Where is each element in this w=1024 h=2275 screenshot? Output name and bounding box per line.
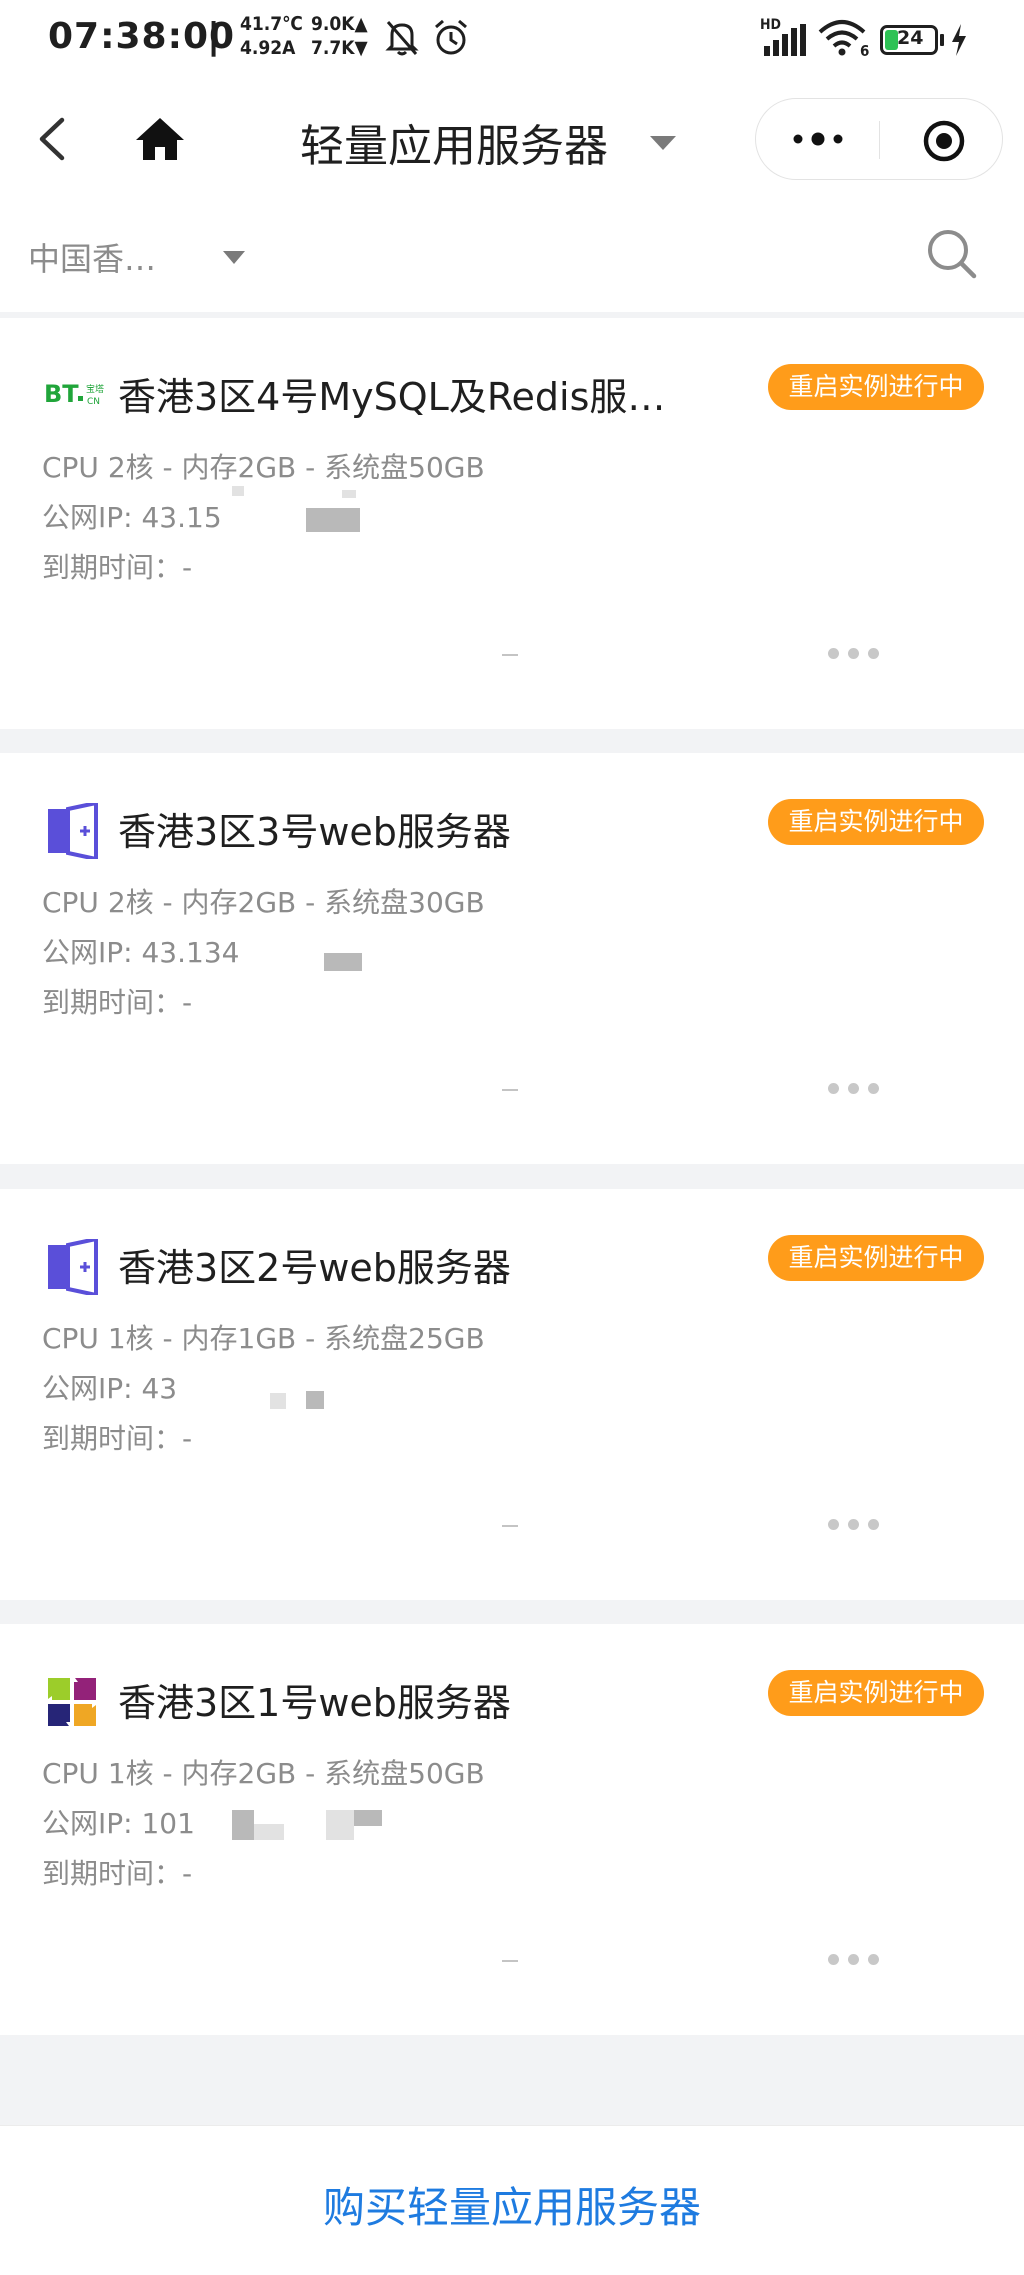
title-dropdown-icon[interactable] xyxy=(648,134,678,152)
server-name: 香港3区2号web服务器 xyxy=(118,1246,511,1290)
redacted-ip-block xyxy=(306,1391,324,1409)
back-arrow-icon[interactable] xyxy=(36,116,68,162)
more-menu-icon[interactable] xyxy=(792,131,844,147)
status-separator: | xyxy=(207,16,221,57)
public-ip-row: 公网IP: 43.15 xyxy=(42,496,442,536)
status-download-speed: 7.7K▼ xyxy=(311,37,368,59)
more-actions-icon[interactable] xyxy=(828,1952,880,1968)
charging-bolt-icon xyxy=(952,24,966,56)
region-selector[interactable]: 中国香… xyxy=(28,234,156,280)
redacted-ip-block xyxy=(270,1393,286,1409)
server-spec: CPU 1核 - 内存2GB - 系统盘50GB xyxy=(42,1757,485,1790)
divider-dash xyxy=(502,1525,518,1527)
alarm-clock-icon xyxy=(435,19,467,55)
public-ip-row: 公网IP: 43 xyxy=(42,1367,442,1407)
server-card[interactable]: 香港3区1号web服务器 重启实例进行中 CPU 1核 - 内存2GB - 系统… xyxy=(0,1624,1024,2035)
status-badge: 重启实例进行中 xyxy=(768,1670,984,1716)
expire-time: 到期时间：- xyxy=(42,551,193,584)
server-spec: CPU 2核 - 内存2GB - 系统盘50GB xyxy=(42,451,485,484)
battery-tip xyxy=(940,34,944,46)
capsule-divider xyxy=(879,121,880,159)
filter-bar: 中国香… xyxy=(0,204,1024,312)
divider-dash xyxy=(502,654,518,656)
ip-label: 公网IP: xyxy=(42,936,142,969)
redacted-ip-block xyxy=(324,953,362,971)
server-name: 香港3区3号web服务器 xyxy=(118,810,511,854)
expire-time: 到期时间：- xyxy=(42,1857,193,1890)
wifi-standard-label: 6 xyxy=(860,42,870,60)
windows-door-icon xyxy=(48,803,98,859)
svg-text:BT: BT xyxy=(44,380,79,408)
centos-logo-icon xyxy=(44,1674,100,1730)
status-bar: 07:38:00 | 41.7℃ 4.92A 9.0K▲ 7.7K▼ HD 6 … xyxy=(0,0,1024,78)
bell-muted-icon xyxy=(385,21,419,56)
battery-level: 24 xyxy=(897,27,924,49)
page-title[interactable]: 轻量应用服务器 xyxy=(300,110,608,174)
home-icon[interactable] xyxy=(134,116,186,162)
status-current: 4.92A xyxy=(240,37,296,59)
search-icon[interactable] xyxy=(926,228,978,280)
svg-text:宝塔: 宝塔 xyxy=(86,383,104,395)
more-actions-icon[interactable] xyxy=(828,646,880,662)
status-badge: 重启实例进行中 xyxy=(768,799,984,845)
status-upload-speed: 9.0K▲ xyxy=(311,13,368,35)
redacted-ip-block xyxy=(232,1810,254,1840)
redacted-ip-block xyxy=(326,1810,354,1840)
bt-panel-icon: BT 宝塔 CN xyxy=(44,380,104,408)
public-ip-row: 公网IP: 43.134 xyxy=(42,931,442,971)
ip-value: 43 xyxy=(141,1372,178,1405)
region-dropdown-icon[interactable] xyxy=(222,250,246,266)
server-spec: CPU 2核 - 内存2GB - 系统盘30GB xyxy=(42,886,485,919)
more-actions-icon[interactable] xyxy=(828,1517,880,1533)
server-card[interactable]: 香港3区2号web服务器 重启实例进行中 CPU 1核 - 内存1GB - 系统… xyxy=(0,1189,1024,1600)
windows-door-icon xyxy=(48,1239,98,1295)
status-temperature: 41.7℃ xyxy=(240,13,303,35)
ip-value: 101 xyxy=(141,1807,195,1840)
server-card[interactable]: BT 宝塔 CN 香港3区4号MySQL及Redis服… 重启实例进行中 CPU… xyxy=(0,318,1024,729)
redacted-ip-block xyxy=(254,1824,284,1840)
divider-dash xyxy=(502,1089,518,1091)
redacted-ip-block xyxy=(232,486,244,496)
close-miniprogram-icon[interactable] xyxy=(922,119,966,163)
ip-value: 43.134 xyxy=(141,936,240,969)
divider-dash xyxy=(502,1960,518,1962)
miniprogram-capsule xyxy=(755,98,1003,180)
redacted-ip-block xyxy=(342,490,356,498)
ip-label: 公网IP: xyxy=(42,501,142,534)
server-card[interactable]: 香港3区3号web服务器 重启实例进行中 CPU 2核 - 内存2GB - 系统… xyxy=(0,753,1024,1164)
cellular-signal-icon xyxy=(764,24,806,56)
server-spec: CPU 1核 - 内存1GB - 系统盘25GB xyxy=(42,1322,485,1355)
bottom-action-bar: 购买轻量应用服务器 xyxy=(0,2125,1024,2275)
status-badge: 重启实例进行中 xyxy=(768,1235,984,1281)
buy-server-link[interactable]: 购买轻量应用服务器 xyxy=(0,2174,1024,2235)
redacted-ip-block xyxy=(354,1810,382,1826)
svg-text:CN: CN xyxy=(87,397,100,407)
battery-icon: 24 xyxy=(880,25,938,55)
ip-value: 43.15 xyxy=(141,501,222,534)
status-badge: 重启实例进行中 xyxy=(768,364,984,410)
redacted-ip-block xyxy=(306,508,360,532)
server-name: 香港3区1号web服务器 xyxy=(118,1681,511,1725)
server-name: 香港3区4号MySQL及Redis服… xyxy=(118,375,666,419)
app-page: 07:38:00 | 41.7℃ 4.92A 9.0K▲ 7.7K▼ HD 6 … xyxy=(0,0,1024,2275)
nav-bar: 轻量应用服务器 xyxy=(0,78,1024,204)
expire-time: 到期时间：- xyxy=(42,986,193,1019)
ip-label: 公网IP: xyxy=(42,1372,142,1405)
expire-time: 到期时间：- xyxy=(42,1422,193,1455)
more-actions-icon[interactable] xyxy=(828,1081,880,1097)
ip-label: 公网IP: xyxy=(42,1807,142,1840)
